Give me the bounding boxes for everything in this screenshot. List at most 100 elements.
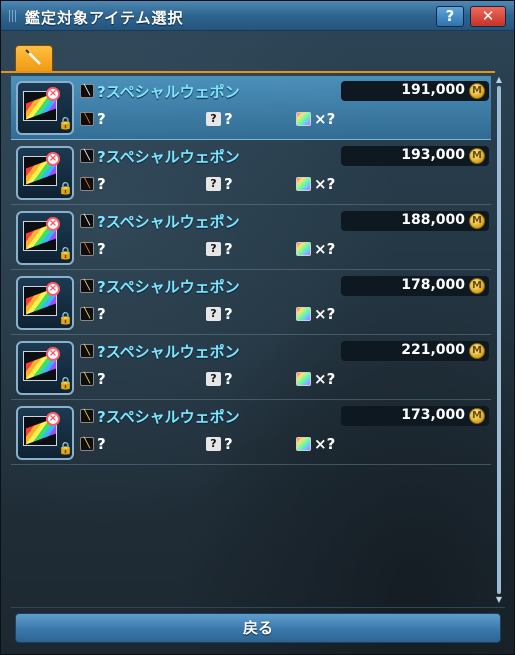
slot-icon — [296, 437, 311, 451]
divider — [11, 607, 505, 608]
unidentified-mark-icon: × — [46, 152, 60, 166]
potential-value: ? — [224, 175, 233, 193]
item-name: ?スペシャルウェポン — [97, 213, 240, 231]
price-box: 221,000 M — [341, 341, 489, 361]
potential-value: ? — [224, 435, 233, 453]
sword-icon: ╲ — [80, 84, 94, 98]
unidentified-mark-icon: × — [46, 347, 60, 361]
item-price: 191,000 — [401, 82, 465, 98]
scroll-down-arrow-icon[interactable]: ▼ — [495, 596, 503, 604]
scroll-track[interactable] — [497, 86, 501, 594]
item-row[interactable]: × 🔒 ╲ ?スペシャルウェポン 188,000 M ╲ ? ? ? ×? — [11, 206, 491, 270]
price-box: 191,000 M — [341, 81, 489, 101]
element-value: ? — [97, 305, 106, 323]
potential-value: ? — [224, 305, 233, 323]
close-button[interactable]: ✕ — [470, 6, 506, 27]
item-name: ?スペシャルウェポン — [97, 343, 240, 361]
lock-icon: 🔒 — [58, 376, 73, 390]
lock-icon: 🔒 — [58, 441, 73, 455]
item-price: 193,000 — [401, 147, 465, 163]
tab-weapon[interactable] — [15, 45, 53, 71]
scroll-up-arrow-icon[interactable]: ▲ — [495, 76, 503, 84]
item-price: 221,000 — [401, 342, 465, 358]
unidentified-mark-icon: × — [46, 282, 60, 296]
item-row[interactable]: × 🔒 ╲ ?スペシャルウェポン 191,000 M ╲ ? ? ? ×? — [11, 76, 491, 140]
potential-icon: ? — [206, 242, 221, 256]
item-name: ?スペシャルウェポン — [97, 278, 240, 296]
slot-icon — [296, 372, 311, 386]
fire-icon: ╲ — [80, 242, 94, 256]
grip-icon — [9, 10, 17, 22]
fire-icon: ╲ — [80, 177, 94, 191]
lock-icon: 🔒 — [58, 311, 73, 325]
sword-icon: ╲ — [80, 149, 94, 163]
unidentified-mark-icon: × — [46, 217, 60, 231]
price-box: 193,000 M — [341, 146, 489, 166]
title-bar[interactable]: 鑑定対象アイテム選択 ? ✕ — [1, 1, 514, 31]
price-box: 178,000 M — [341, 276, 489, 296]
potential-value: ? — [224, 370, 233, 388]
price-box: 173,000 M — [341, 406, 489, 426]
element-value: ? — [97, 175, 106, 193]
slot-icon — [296, 112, 311, 126]
meseta-icon: M — [469, 278, 485, 294]
slot-value: ×? — [314, 305, 336, 323]
item-name: ?スペシャルウェポン — [97, 408, 240, 426]
potential-icon: ? — [206, 177, 221, 191]
potential-icon: ? — [206, 307, 221, 321]
window-title: 鑑定対象アイテム選択 — [25, 9, 184, 27]
key-icon: ╲ — [80, 372, 94, 386]
item-name: ?スペシャルウェポン — [97, 148, 240, 166]
key-icon: ╲ — [80, 307, 94, 321]
weapon-thumbnail: × 🔒 — [16, 406, 74, 460]
key-icon: ╲ — [80, 437, 94, 451]
weapon-thumbnail: × 🔒 — [16, 81, 74, 135]
meseta-icon: M — [469, 83, 485, 99]
item-name: ?スペシャルウェポン — [97, 83, 240, 101]
item-list: × 🔒 ╲ ?スペシャルウェポン 191,000 M ╲ ? ? ? ×? × … — [11, 76, 491, 604]
help-button[interactable]: ? — [436, 6, 464, 27]
potential-value: ? — [224, 240, 233, 258]
sword-icon: ╲ — [80, 214, 94, 228]
tab-underline — [1, 71, 495, 73]
item-price: 178,000 — [401, 277, 465, 293]
price-box: 188,000 M — [341, 211, 489, 231]
element-value: ? — [97, 370, 106, 388]
meseta-icon: M — [469, 213, 485, 229]
item-row[interactable]: × 🔒 ╲ ?スペシャルウェポン 178,000 M ╲ ? ? ? ×? — [11, 271, 491, 335]
unidentified-mark-icon: × — [46, 87, 60, 101]
item-price: 173,000 — [401, 407, 465, 423]
slot-value: ×? — [314, 370, 336, 388]
weapon-thumbnail: × 🔒 — [16, 341, 74, 395]
weapon-thumbnail: × 🔒 — [16, 146, 74, 200]
slot-icon — [296, 307, 311, 321]
item-row[interactable]: × 🔒 ╲ ?スペシャルウェポン 221,000 M ╲ ? ? ? ×? — [11, 336, 491, 400]
sword-icon — [25, 49, 41, 65]
element-value: ? — [97, 110, 106, 128]
item-price: 188,000 — [401, 212, 465, 228]
weapon-thumbnail: × 🔒 — [16, 276, 74, 330]
slot-value: ×? — [314, 435, 336, 453]
item-row[interactable]: × 🔒 ╲ ?スペシャルウェポン 173,000 M ╲ ? ? ? ×? — [11, 401, 491, 465]
lock-icon: 🔒 — [58, 116, 73, 130]
element-value: ? — [97, 240, 106, 258]
slot-icon — [296, 242, 311, 256]
potential-value: ? — [224, 110, 233, 128]
lock-icon: 🔒 — [58, 181, 73, 195]
slot-value: ×? — [314, 240, 336, 258]
sword-icon: ╲ — [80, 409, 94, 423]
lock-icon: 🔒 — [58, 246, 73, 260]
sword-icon: ╲ — [80, 344, 94, 358]
meseta-icon: M — [469, 408, 485, 424]
back-button[interactable]: 戻る — [15, 613, 501, 643]
potential-icon: ? — [206, 372, 221, 386]
slot-icon — [296, 177, 311, 191]
item-row[interactable]: × 🔒 ╲ ?スペシャルウェポン 193,000 M ╲ ? ? ? ×? — [11, 141, 491, 205]
slot-value: ×? — [314, 110, 336, 128]
scrollbar[interactable]: ▲ ▼ — [495, 76, 503, 604]
item-appraisal-window: 鑑定対象アイテム選択 ? ✕ × 🔒 ╲ ?スペシャルウェポン 191,000 … — [0, 0, 515, 655]
weapon-thumbnail: × 🔒 — [16, 211, 74, 265]
unidentified-mark-icon: × — [46, 412, 60, 426]
fire-icon: ╲ — [80, 112, 94, 126]
meseta-icon: M — [469, 343, 485, 359]
